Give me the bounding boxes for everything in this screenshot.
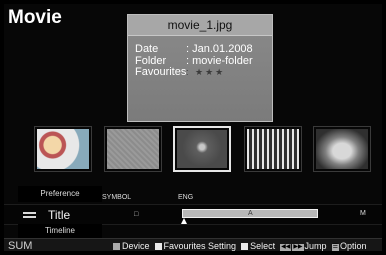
screen-frame: Movie movie_1.jpg Date : Jan.01.2008 Fol… bbox=[4, 4, 382, 251]
sort-title-label: Title bbox=[48, 208, 71, 222]
square-icon bbox=[113, 243, 120, 250]
thumbnail-item[interactable] bbox=[104, 126, 162, 172]
info-key-favourites: Favourites bbox=[135, 66, 187, 78]
device-action[interactable]: Device bbox=[113, 241, 150, 251]
selection-letter-m: M bbox=[360, 210, 366, 217]
bottom-bar: SUM Device Favourites Setting Select ◀◀ ▶… bbox=[4, 238, 382, 251]
thumbnail-item-selected[interactable] bbox=[173, 126, 231, 172]
info-panel: movie_1.jpg Date : Jan.01.2008 Folder : … bbox=[127, 14, 273, 122]
info-key-date: Date bbox=[135, 43, 159, 55]
menu-icon[interactable] bbox=[23, 212, 36, 220]
timeline-option[interactable]: Timeline bbox=[18, 224, 102, 238]
thumbnail-item[interactable] bbox=[244, 126, 302, 172]
option-action[interactable]: ☰ Option bbox=[331, 241, 367, 251]
thumbnail-item[interactable] bbox=[313, 126, 371, 172]
thumbnail-image bbox=[37, 129, 89, 169]
device-label: Device bbox=[122, 241, 150, 251]
thumbnail-image bbox=[316, 129, 368, 169]
favourites-stars: : ★★★ bbox=[186, 67, 226, 77]
thumbnail-strip bbox=[32, 126, 382, 178]
pointer-icon bbox=[181, 218, 187, 224]
rewind-icon: ◀◀ bbox=[280, 244, 292, 251]
symbol-label: SYMBOL bbox=[102, 194, 132, 201]
thumbnail-image bbox=[107, 129, 159, 169]
eng-label: ENG bbox=[178, 194, 194, 201]
preference-option[interactable]: Preference bbox=[18, 186, 102, 202]
square-icon bbox=[154, 243, 162, 250]
square-icon bbox=[241, 243, 249, 250]
info-value-folder: : movie-folder bbox=[186, 54, 253, 67]
info-details: Date : Jan.01.2008 Folder : movie-folder… bbox=[135, 43, 253, 79]
thumbnail-image bbox=[177, 130, 227, 168]
thumbnail-image bbox=[247, 129, 299, 169]
thumbnail-item[interactable] bbox=[34, 126, 92, 172]
sum-logo: SUM bbox=[8, 240, 33, 251]
jump-label: Jump bbox=[304, 241, 327, 251]
info-value-date: : Jan.01.2008 bbox=[186, 43, 253, 55]
favourites-setting-label: Favourites Setting bbox=[163, 241, 237, 251]
jump-action[interactable]: ◀◀ ▶▶ Jump bbox=[280, 241, 327, 251]
select-label: Select bbox=[250, 241, 276, 251]
page-title: Movie bbox=[8, 7, 62, 28]
bottom-legend: Device Favourites Setting Select ◀◀ ▶▶ Jum… bbox=[113, 241, 366, 251]
favourites-setting-action[interactable]: Favourites Setting bbox=[154, 241, 237, 251]
info-row-favourites: Favourites : ★★★ bbox=[135, 66, 253, 79]
option-icon: ☰ bbox=[331, 244, 339, 251]
select-action[interactable]: Select bbox=[241, 241, 275, 251]
selection-letter-a: A bbox=[248, 210, 253, 217]
forward-icon: ▶▶ bbox=[292, 244, 304, 251]
info-filename: movie_1.jpg bbox=[128, 15, 272, 36]
small-square-icon: □ bbox=[134, 211, 139, 218]
info-row-date: Date : Jan.01.2008 bbox=[135, 43, 253, 56]
option-label: Option bbox=[339, 241, 367, 251]
